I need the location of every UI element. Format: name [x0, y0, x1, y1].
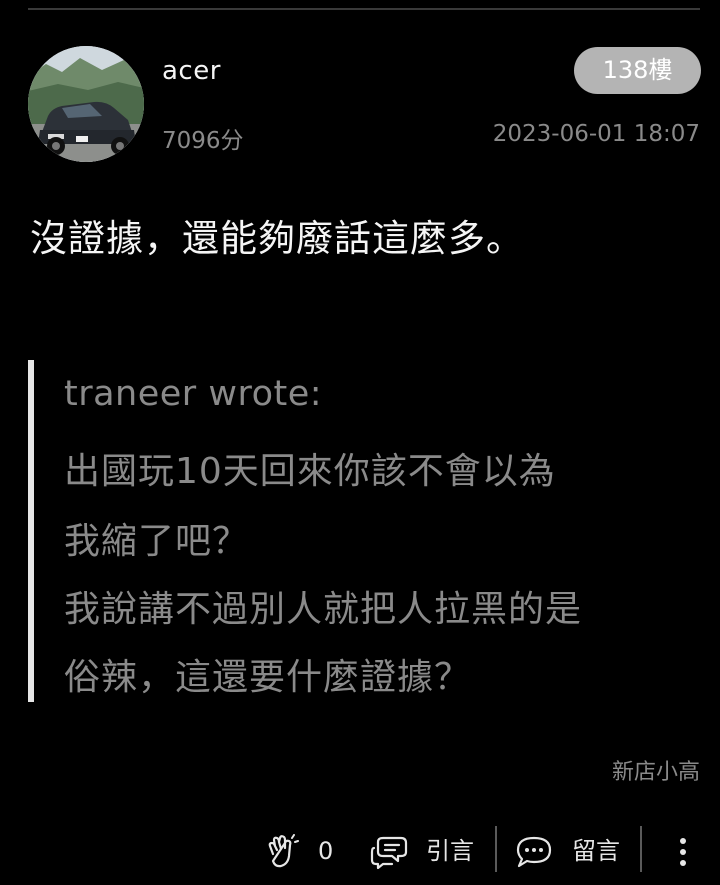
quote-block: traneer wrote: 出國玩10天回來你該不會以為 我縮了吧？ 我說講不…	[28, 360, 708, 702]
like-button[interactable]: 0	[262, 822, 342, 880]
quote-line: 俗辣，這還要什麼證據？	[64, 657, 472, 698]
quote-author[interactable]: traneer wrote:	[64, 374, 322, 414]
quote-bubbles-icon	[370, 836, 408, 870]
user-signature: 新店小高	[611, 760, 700, 785]
quote-bar	[28, 360, 34, 702]
comment-bubble-icon	[516, 836, 552, 868]
quote-line: 出國玩10天回來你該不會以為	[64, 451, 556, 492]
quote-line: 我說講不過別人就把人拉黑的是	[64, 589, 583, 630]
clap-hands-icon	[268, 834, 299, 868]
comment-label: 留言	[572, 837, 620, 865]
quote-line: 我縮了吧？	[64, 521, 250, 562]
username[interactable]: acer	[162, 56, 221, 86]
action-separator	[640, 826, 642, 872]
action-separator	[495, 826, 497, 872]
quote-button[interactable]: 引言	[370, 822, 480, 880]
avatar-car-photo	[28, 46, 144, 162]
post-timestamp: 2023-06-01 18:07	[492, 121, 700, 147]
post-content: 沒證據，還能夠廢話這麼多。	[30, 217, 524, 260]
comment-button[interactable]: 留言	[514, 822, 624, 880]
top-divider	[28, 8, 700, 10]
floor-badge[interactable]: 138樓	[574, 47, 701, 94]
like-count: 0	[318, 837, 334, 865]
quote-label: 引言	[426, 837, 474, 865]
more-vertical-icon	[680, 838, 686, 866]
avatar[interactable]	[28, 46, 144, 162]
user-score: 7096分	[162, 128, 244, 154]
action-bar: 0 引言 留言	[0, 822, 720, 880]
more-options-button[interactable]	[668, 822, 698, 880]
